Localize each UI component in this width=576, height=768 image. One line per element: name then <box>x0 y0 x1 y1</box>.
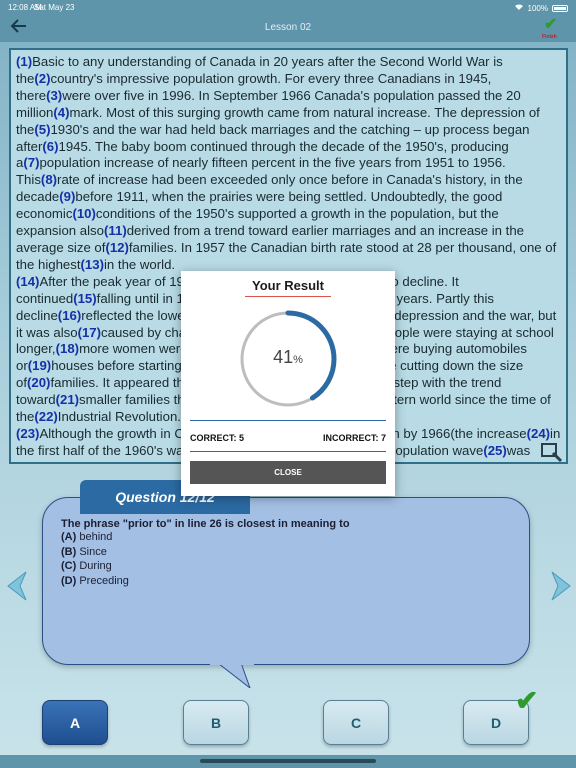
option-letter: (A) <box>61 531 77 543</box>
battery-icon <box>552 4 568 12</box>
line-number: (1) <box>16 54 33 69</box>
line-number: (2) <box>34 70 51 86</box>
option-text: behind <box>79 531 113 543</box>
line-number: (21) <box>55 392 80 408</box>
question-content: The phrase "prior to" in line 26 is clos… <box>61 518 511 588</box>
option-text: During <box>79 560 112 572</box>
line-number: (10) <box>72 206 96 222</box>
status-date: Sat May 23 <box>34 3 75 12</box>
line-number: (8) <box>40 172 58 188</box>
chevron-left-icon <box>7 571 27 601</box>
line-number: (15) <box>73 290 97 306</box>
divider-top <box>190 420 386 421</box>
line-number: (18) <box>55 341 80 357</box>
checkmark-icon: ✔ <box>544 16 558 33</box>
option-letter: (C) <box>61 560 77 572</box>
next-question-button[interactable] <box>548 568 576 604</box>
status-right: 100% <box>514 3 568 13</box>
bubble-tail <box>210 660 254 688</box>
passage-text: Industrial Revolution. <box>57 409 181 425</box>
line-number: (14) <box>16 273 40 289</box>
line-number: (4) <box>53 104 70 120</box>
status-bar: 12:08 AM Sat May 23 100% <box>0 0 576 14</box>
line-number: (20) <box>27 375 51 391</box>
divider-bottom <box>190 451 386 452</box>
line-number: (23) <box>16 425 40 441</box>
line-number: (19) <box>27 358 52 374</box>
line-number: (7) <box>23 155 40 171</box>
answer-button-b[interactable]: B <box>183 700 249 745</box>
result-title: Your Result <box>252 278 324 293</box>
answer-option: (A) behind <box>61 530 511 545</box>
answer-option: (C) During <box>61 559 511 574</box>
answer-option: (D) Preceding <box>61 574 511 589</box>
question-stem: The phrase "prior to" in line 26 is clos… <box>61 518 350 530</box>
answer-button-a[interactable]: A <box>42 700 108 745</box>
title-underline <box>245 296 331 297</box>
prev-question-button[interactable] <box>2 568 30 604</box>
option-letter: (B) <box>61 545 77 558</box>
correct-answer-check-icon: ✔ <box>515 685 539 716</box>
page-title: Lesson 02 <box>264 22 312 33</box>
option-letter: (D) <box>61 574 77 587</box>
line-number: (5) <box>34 121 51 137</box>
score-percent: 41% <box>238 347 338 368</box>
line-number: (12) <box>105 239 129 255</box>
line-number: (9) <box>59 189 76 205</box>
wifi-icon <box>514 3 524 13</box>
line-number: (11) <box>103 223 127 239</box>
finish-label: Finish <box>542 34 557 40</box>
answer-option: (B) Since <box>61 545 511 560</box>
incorrect-count: INCORRECT: 7 <box>322 433 386 443</box>
option-text: Since <box>79 545 107 558</box>
option-text: Preceding <box>79 574 129 587</box>
answer-button-c[interactable]: C <box>323 700 389 745</box>
line-number: (16) <box>57 307 82 323</box>
line-number: (25) <box>483 442 507 458</box>
line-number: (24) <box>526 425 551 441</box>
battery-percent: 100% <box>527 3 548 13</box>
percent-sign: % <box>293 354 303 366</box>
passage-text: in the world. <box>103 256 176 272</box>
chevron-right-icon <box>551 571 571 601</box>
nav-bar: Lesson 02 ✔ Finish <box>0 14 576 42</box>
line-number: (17) <box>77 324 102 340</box>
score-value: 41 <box>273 347 294 367</box>
home-bar[interactable] <box>200 759 376 763</box>
result-dialog: Your Result 41% CORRECT: 5 INCORRECT: 7 … <box>181 271 395 496</box>
line-number: (6) <box>42 138 59 154</box>
zoom-icon[interactable] <box>541 443 563 463</box>
finish-button[interactable]: ✔ Finish <box>542 16 564 40</box>
line-number: (3) <box>46 87 63 103</box>
line-number: (22) <box>34 409 58 425</box>
line-number: (13) <box>80 256 104 272</box>
correct-count: CORRECT: 5 <box>190 433 245 443</box>
home-indicator <box>0 755 576 768</box>
close-button[interactable]: CLOSE <box>190 461 386 484</box>
